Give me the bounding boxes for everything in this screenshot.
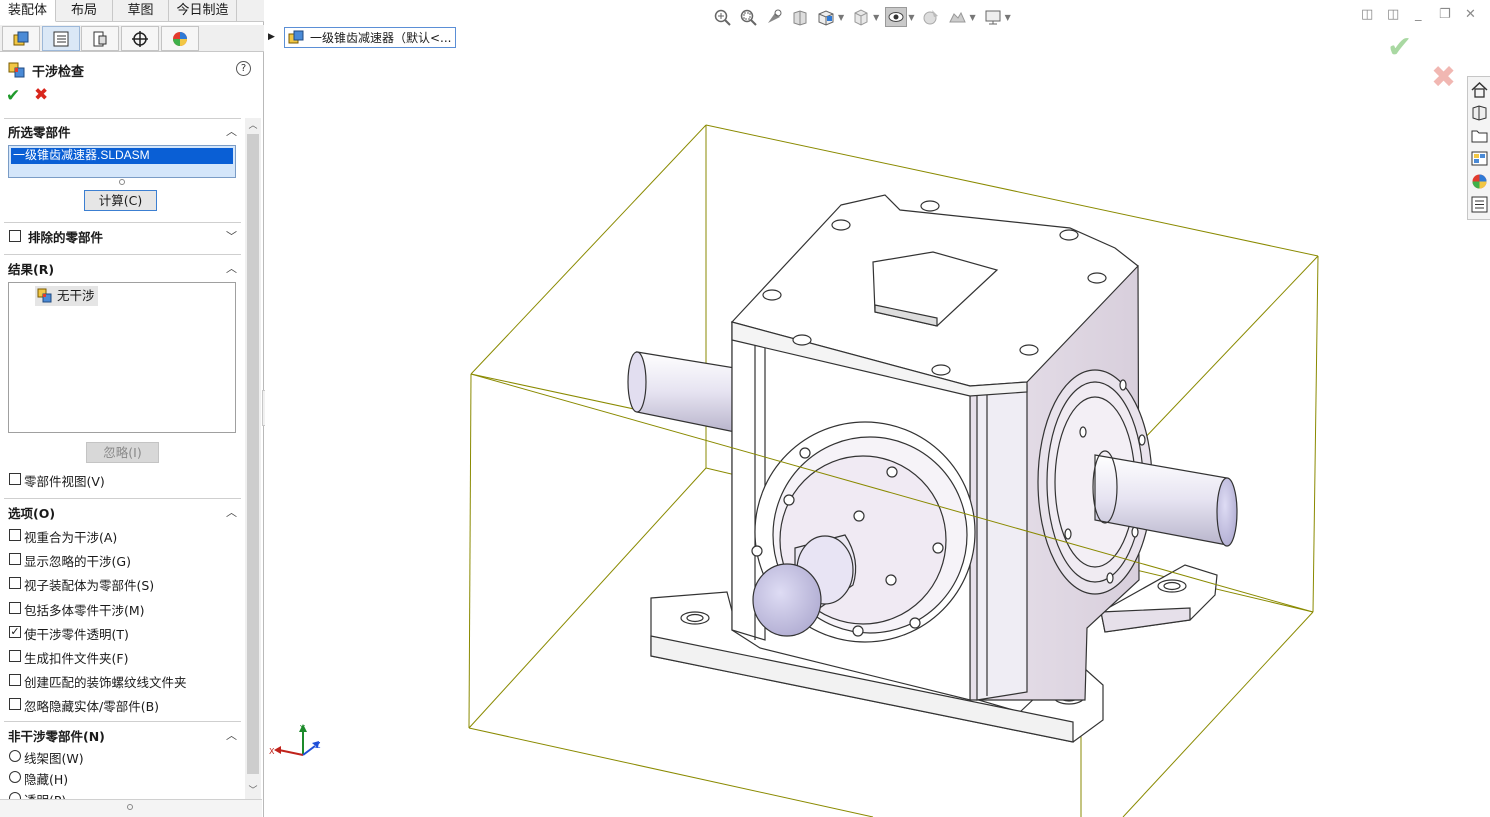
tab-sketch[interactable]: 草图: [113, 0, 169, 22]
part-icon: [13, 31, 29, 45]
selected-components-header[interactable]: 所选零部件: [8, 122, 71, 140]
option-checkbox[interactable]: [9, 698, 21, 710]
hidden-radio[interactable]: [9, 771, 21, 783]
divider: [4, 498, 241, 499]
transparent-label: 透明(P): [24, 790, 66, 799]
option-label: 忽略隐藏实体/零部件(B): [24, 699, 160, 714]
radio-group: 线架图(W) 隐藏(H) 透明(P): [0, 745, 245, 799]
option-checkbox[interactable]: ✓: [9, 626, 21, 638]
excluded-components-checkbox[interactable]: [9, 230, 21, 242]
chevron-up-icon[interactable]: ︿: [226, 123, 237, 139]
command-manager-tabs: 装配体 布局 草图 今日制造: [0, 0, 264, 22]
divider: [4, 118, 241, 119]
interference-detection-icon: [37, 288, 52, 303]
option-label: 包括多体零件干涉(M): [24, 603, 145, 618]
option-checkbox[interactable]: [9, 602, 21, 614]
wireframe-radio[interactable]: [9, 750, 21, 762]
appearance-icon: [173, 31, 187, 46]
divider: [4, 222, 241, 223]
config-icon: [93, 31, 107, 46]
gearbox-model[interactable]: Y X Z: [265, 0, 1490, 817]
excluded-components-header[interactable]: 排除的零部件: [28, 227, 103, 245]
triad-z-label: Z: [315, 741, 321, 750]
chevron-up-icon[interactable]: ︿: [226, 727, 237, 743]
property-manager-tab[interactable]: [42, 26, 80, 51]
list-item[interactable]: 一级锥齿减速器.SLDASM: [11, 148, 233, 164]
option-checkbox[interactable]: [9, 529, 21, 541]
component-view-checkbox[interactable]: [9, 473, 21, 485]
resize-grip[interactable]: [127, 804, 133, 810]
property-manager-title: 干涉检查: [8, 60, 84, 80]
scrollbar-thumb[interactable]: [247, 134, 259, 774]
triad-y-label: Y: [299, 724, 305, 733]
hidden-label: 隐藏(H): [24, 772, 69, 787]
divider: [4, 721, 241, 722]
tab-assembly[interactable]: 装配体: [0, 0, 56, 22]
panel-scrollbar[interactable]: ︿ ﹀: [245, 118, 261, 799]
chevron-up-icon[interactable]: ︿: [226, 260, 237, 276]
graphics-area[interactable]: ▶ 一级锥齿减速器（默认<... ▼ ▼ ▼ ▼ ▼ ◫ ◫ _ ❐ ✕ ✔ ✖…: [265, 0, 1490, 817]
divider: [4, 254, 241, 255]
chevron-down-icon[interactable]: ﹀: [226, 228, 237, 244]
transparent-radio[interactable]: [9, 792, 21, 799]
manager-tabs: [0, 25, 264, 52]
options-header[interactable]: 选项(O): [8, 503, 55, 521]
selected-components-list[interactable]: 一级锥齿减速器.SLDASM: [8, 145, 236, 178]
option-checkbox[interactable]: [9, 650, 21, 662]
wireframe-label: 线架图(W): [24, 751, 84, 766]
cancel-button[interactable]: ✖: [34, 85, 48, 105]
option-label: 视子装配体为零部件(S): [24, 578, 155, 593]
scroll-up-icon[interactable]: ︿: [245, 119, 261, 133]
left-panel: 装配体 布局 草图 今日制造 干涉检查 ? ✔ ✖ 所选零部件 ︿ 一级锥齿减速…: [0, 0, 270, 817]
feature-tree-icon: [53, 31, 69, 46]
feature-manager-tab[interactable]: [2, 26, 40, 51]
option-checkbox[interactable]: [9, 577, 21, 589]
input-shaft-back: [627, 351, 736, 433]
dimxpert-icon: [132, 30, 148, 47]
non-interfering-header[interactable]: 非干涉零部件(N): [8, 726, 105, 744]
results-header[interactable]: 结果(R): [8, 259, 54, 277]
help-icon[interactable]: ?: [236, 61, 251, 76]
option-label: 显示忽略的干涉(G): [24, 554, 131, 569]
tab-layout[interactable]: 布局: [56, 0, 113, 22]
config-manager-tab[interactable]: [81, 26, 119, 51]
display-manager-tab[interactable]: [161, 26, 199, 51]
page-title: 干涉检查: [32, 64, 85, 80]
triad-x-label: X: [269, 747, 275, 756]
option-label: 创建匹配的装饰螺纹线文件夹: [24, 675, 187, 690]
option-label: 生成扣件文件夹(F): [24, 651, 129, 666]
results-list[interactable]: 无干涉: [8, 282, 236, 433]
ignore-button[interactable]: 忽略(I): [86, 442, 159, 463]
resize-grip[interactable]: [119, 179, 125, 185]
result-node[interactable]: 无干涉: [35, 286, 98, 306]
result-node-label: 无干涉: [57, 288, 95, 303]
dimxpert-tab[interactable]: [121, 26, 159, 51]
option-checkbox[interactable]: [9, 674, 21, 686]
ok-button[interactable]: ✔: [6, 86, 20, 106]
option-checkbox[interactable]: [9, 553, 21, 565]
coordinate-triad: Y X Z: [269, 724, 321, 756]
interference-detection-icon: [8, 62, 25, 78]
scroll-down-icon[interactable]: ﹀: [245, 784, 261, 798]
calculate-button[interactable]: 计算(C): [84, 190, 157, 211]
option-label: 使干涉零件透明(T): [24, 627, 129, 642]
tab-make-today[interactable]: 今日制造: [169, 0, 237, 22]
panel-footer: [0, 799, 262, 817]
chevron-up-icon[interactable]: ︿: [226, 504, 237, 520]
component-view-label: 零部件视图(V): [24, 474, 105, 489]
option-label: 视重合为干涉(A): [24, 530, 118, 545]
